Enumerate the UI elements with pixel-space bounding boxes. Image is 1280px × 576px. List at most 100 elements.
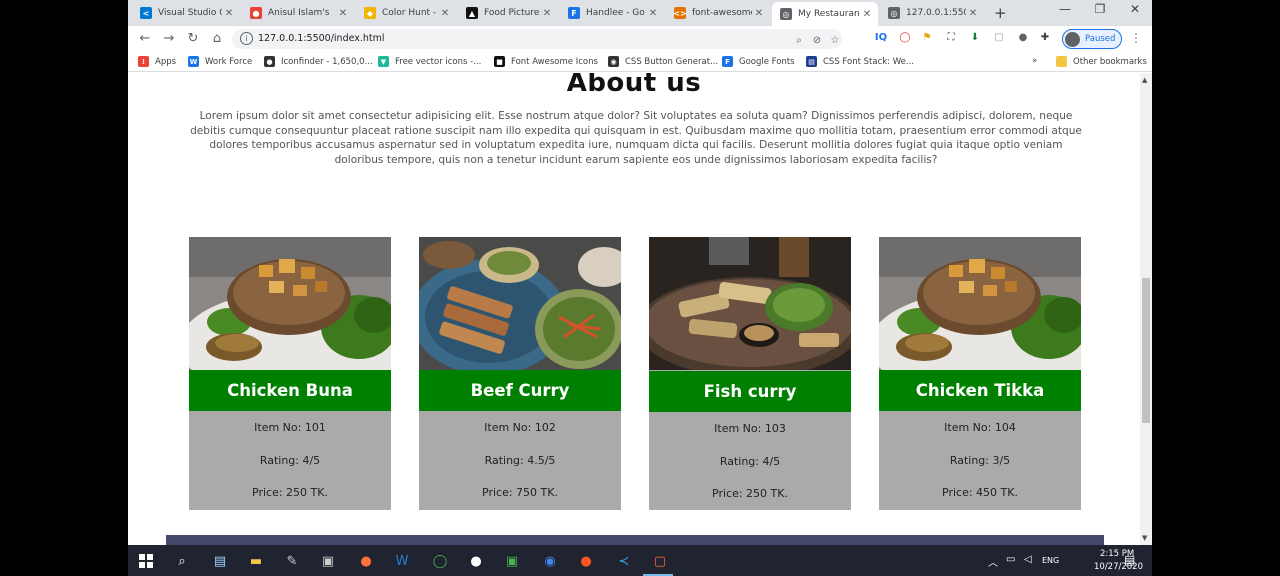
- tab-title: font-awesome: [692, 8, 752, 18]
- food-card: Fish curry Item No: 103 Rating: 4/5 Price: …: [649, 237, 851, 510]
- eye-off-icon[interactable]: ⊘: [810, 34, 824, 48]
- notifications-icon[interactable]: ▤: [1124, 553, 1135, 567]
- tab-close-icon[interactable]: ✕: [860, 9, 874, 20]
- reload-button[interactable]: ↻: [184, 30, 202, 48]
- paint-icon[interactable]: ✎: [282, 551, 302, 571]
- bookmark-item[interactable]: F Google Fonts: [722, 56, 795, 67]
- browser-tab[interactable]: <> font-awesome ✕: [666, 2, 770, 24]
- file-explorer-icon[interactable]: ▬: [246, 551, 266, 571]
- url-text[interactable]: 127.0.0.1:5500/index.html: [258, 33, 385, 44]
- tab-close-icon[interactable]: ✕: [540, 8, 554, 19]
- store-icon[interactable]: ▣: [318, 551, 338, 571]
- food-photo: [879, 237, 1081, 370]
- tab-title: Anisul Islam's: [268, 8, 330, 18]
- search-icon[interactable]: ⌕: [172, 551, 192, 571]
- extension-crop-icon[interactable]: ⛶: [944, 31, 958, 45]
- clock-date[interactable]: 10/27/2020: [1094, 562, 1143, 572]
- bookmark-icon: ▤: [806, 56, 817, 67]
- bookmark-label: CSS Button Generat...: [625, 56, 719, 67]
- other-bookmarks-folder[interactable]: Other bookmarks: [1056, 56, 1147, 67]
- tab-close-icon[interactable]: ✕: [336, 8, 350, 19]
- windows-start-icon[interactable]: [136, 551, 156, 571]
- page-scrollbar[interactable]: ▲ ▼: [1140, 73, 1152, 545]
- bookmark-item[interactable]: ⁞ Apps: [138, 56, 176, 67]
- camtasia-icon[interactable]: ▣: [502, 551, 522, 571]
- extension-opera-icon[interactable]: ◯: [898, 31, 912, 45]
- food-card: Chicken Tikka Item No: 104 Rating: 3/5 Pric…: [879, 237, 1081, 510]
- extensions-puzzle-icon[interactable]: ✚: [1038, 31, 1052, 45]
- bookmark-item[interactable]: ▤ CSS Font Stack: We...: [806, 56, 914, 67]
- bookmark-label: CSS Font Stack: We...: [823, 56, 914, 67]
- folder-icon: [1056, 56, 1067, 67]
- tray-volume-icon[interactable]: ◁: [1024, 554, 1032, 565]
- bookmarks-overflow-button[interactable]: »: [1032, 56, 1037, 66]
- extension-iq-icon[interactable]: IQ: [874, 31, 888, 45]
- restore-button[interactable]: ❐: [1083, 2, 1117, 16]
- tab-title: Visual Studio C: [158, 8, 222, 18]
- back-button[interactable]: ←: [136, 30, 154, 48]
- task-view-icon[interactable]: ▤: [210, 551, 230, 571]
- browser-tab[interactable]: ◆ Color Hunt - C✕: [356, 2, 456, 24]
- browser-tab[interactable]: < Visual Studio C ✕: [132, 2, 240, 24]
- profile-button[interactable]: Paused: [1062, 29, 1122, 49]
- browser-tab[interactable]: ● Anisul Islam's ✕: [242, 2, 354, 24]
- bookmark-item[interactable]: ▼ Free vector icons -...: [378, 56, 481, 67]
- language-indicator[interactable]: ENG: [1042, 556, 1059, 565]
- forward-button[interactable]: →: [160, 30, 178, 48]
- tab-title: 127.0.0.1:5501: [906, 8, 966, 18]
- bookmark-label: Work Force: [205, 56, 253, 67]
- scroll-thumb[interactable]: [1142, 278, 1150, 423]
- new-tab-button[interactable]: +: [994, 4, 1007, 22]
- tray-chevron-icon[interactable]: ︿: [988, 554, 998, 569]
- vscode-icon[interactable]: ≺: [614, 551, 634, 571]
- about-text: Lorem ipsum dolor sit amet consectetur a…: [190, 110, 1082, 166]
- minimize-button[interactable]: —: [1048, 2, 1082, 16]
- food-photo: [189, 237, 391, 370]
- bookmark-item[interactable]: ◉ CSS Button Generat...: [608, 56, 718, 67]
- star-icon[interactable]: ☆: [828, 34, 842, 48]
- scroll-up-arrow-icon[interactable]: ▲: [1142, 76, 1147, 84]
- site-info-icon[interactable]: i: [240, 32, 253, 45]
- food-name-bar: Chicken Tikka: [879, 370, 1081, 411]
- tab-favicon-icon: ●: [250, 7, 262, 19]
- home-button[interactable]: ⌂: [208, 30, 226, 48]
- browser-menu-icon[interactable]: ⋮: [1130, 31, 1142, 45]
- browser-tab[interactable]: ◎ 127.0.0.1:5501✕: [880, 2, 984, 24]
- tab-close-icon[interactable]: ✕: [222, 8, 236, 19]
- tray-network-icon[interactable]: ▭: [1006, 554, 1015, 565]
- extension-box-icon[interactable]: ▢: [992, 31, 1006, 45]
- microphone-icon[interactable]: ●: [1016, 31, 1030, 45]
- extension-flag-icon[interactable]: ⚑: [920, 31, 934, 45]
- recorder-icon[interactable]: ●: [576, 551, 596, 571]
- word-icon[interactable]: W: [392, 551, 412, 571]
- rating-text: Rating: 4/5: [259, 454, 321, 467]
- tab-close-icon[interactable]: ✕: [438, 8, 452, 19]
- tab-close-icon[interactable]: ✕: [966, 8, 980, 19]
- tab-close-icon[interactable]: ✕: [646, 8, 660, 19]
- scroll-down-arrow-icon[interactable]: ▼: [1142, 534, 1147, 542]
- zoom-icon[interactable]: ⌕: [792, 34, 806, 48]
- app-icon[interactable]: ●: [466, 551, 486, 571]
- item-number: Item No: 103: [714, 422, 786, 435]
- browser-tab[interactable]: ◎ My Restaurant ✕: [772, 2, 878, 26]
- bookmark-item[interactable]: ● Iconfinder - 1,650,0...: [264, 56, 373, 67]
- bookmark-icon: ■: [494, 56, 505, 67]
- chrome-icon[interactable]: ◉: [540, 551, 560, 571]
- bookmark-item[interactable]: ■ Font Awesome Icons: [494, 56, 598, 67]
- tab-close-icon[interactable]: ✕: [752, 8, 766, 19]
- tab-favicon-icon: ◆: [364, 7, 376, 19]
- bookmark-label: Iconfinder - 1,650,0...: [281, 56, 373, 67]
- capture-app-icon[interactable]: ▢: [650, 551, 670, 571]
- browser-tab[interactable]: ▲ Food Pictures ✕: [458, 2, 558, 24]
- refresh-app-icon[interactable]: ◯: [430, 551, 450, 571]
- food-photo: [419, 237, 621, 370]
- address-bar[interactable]: i 127.0.0.1:5500/index.html ⌕ ⊘ ☆: [232, 29, 842, 49]
- extension-download-icon[interactable]: ⬇: [968, 31, 982, 45]
- rating-text: Rating: 3/5: [949, 454, 1011, 467]
- taskbar: ⌕ ▤ ▬ ✎ ▣ ● W ◯ ● ▣ ◉ ● ≺ ▢ ︿ ▭ ◁ ENG 2:…: [128, 545, 1152, 576]
- bookmark-item[interactable]: W Work Force: [188, 56, 252, 67]
- tab-favicon-icon: <: [140, 7, 152, 19]
- firefox-icon[interactable]: ●: [356, 551, 376, 571]
- browser-tab[interactable]: F Handlee - Go ✕: [560, 2, 664, 24]
- close-window-button[interactable]: ✕: [1118, 2, 1152, 16]
